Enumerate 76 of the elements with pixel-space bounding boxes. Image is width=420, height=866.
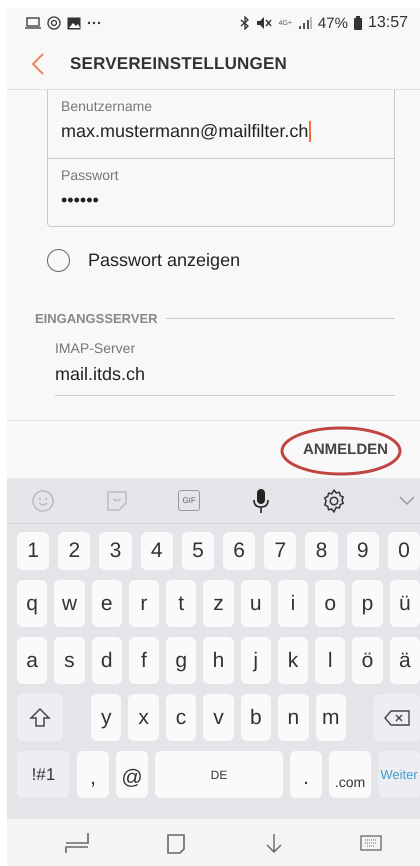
bluetooth-icon bbox=[240, 16, 250, 30]
keyboard-key[interactable]: 4 bbox=[140, 532, 173, 570]
gif-button[interactable]: GIF bbox=[178, 490, 200, 511]
battery-percent: 47% bbox=[318, 14, 348, 32]
keyboard-key[interactable]: y bbox=[91, 694, 122, 741]
keyboard-key[interactable]: ö bbox=[352, 637, 383, 684]
backspace-icon bbox=[384, 710, 410, 726]
battery-icon bbox=[354, 16, 362, 30]
keyboard-key[interactable]: e bbox=[92, 580, 122, 627]
input-field[interactable]: IMAP-Server mail.itds.ch bbox=[55, 340, 395, 396]
keyboard-key[interactable]: v bbox=[203, 694, 234, 741]
keyboard-key[interactable]: !#1 bbox=[17, 751, 70, 798]
laptop-icon bbox=[25, 17, 41, 29]
section-heading: EINGANGSSERVER bbox=[35, 311, 158, 326]
mute-icon bbox=[256, 16, 272, 30]
keyboard-key[interactable]: h bbox=[203, 637, 234, 684]
shift-key[interactable] bbox=[17, 694, 63, 741]
keyboard-key[interactable]: m bbox=[316, 694, 346, 741]
keyboard-key[interactable]: 5 bbox=[182, 532, 214, 570]
keyboard-key[interactable]: l bbox=[315, 637, 346, 684]
keyboard-key[interactable]: ü bbox=[390, 580, 420, 627]
keyboard-key[interactable]: r bbox=[128, 580, 160, 627]
keyboard-key[interactable]: 8 bbox=[305, 532, 338, 570]
field-label: Benutzername bbox=[61, 98, 154, 114]
field-label: IMAP-Server bbox=[55, 340, 136, 356]
keyboard-key[interactable]: w bbox=[54, 580, 85, 627]
keyboard-key[interactable]: u bbox=[240, 580, 271, 627]
field-label: Passwort bbox=[61, 167, 120, 183]
keyboard-key[interactable]: @ bbox=[116, 751, 148, 798]
keyboard-key[interactable]: a bbox=[17, 637, 48, 684]
keyboard-key[interactable]: d bbox=[92, 637, 122, 684]
keyboard-key[interactable]: b bbox=[240, 694, 272, 741]
keyboard-icon[interactable] bbox=[360, 834, 382, 850]
keyboard-key[interactable]: 9 bbox=[346, 532, 379, 570]
keyboard-key[interactable]: n bbox=[278, 694, 309, 741]
keyboard-key[interactable]: o bbox=[315, 580, 346, 627]
space-key[interactable]: DE bbox=[155, 751, 283, 798]
microphone-icon[interactable] bbox=[250, 488, 270, 514]
keyboard-key[interactable]: c bbox=[166, 694, 196, 741]
page-title: SERVEREINSTELLUNGEN bbox=[70, 54, 287, 74]
keyboard-key[interactable]: g bbox=[166, 637, 196, 684]
keyboard-key[interactable]: 6 bbox=[223, 532, 256, 570]
input-field[interactable]: •••••• bbox=[61, 190, 100, 211]
home-icon[interactable] bbox=[165, 832, 188, 854]
keyboard-key[interactable]: 3 bbox=[99, 532, 132, 570]
recent-apps-icon[interactable] bbox=[65, 832, 90, 854]
more-icon bbox=[87, 21, 101, 25]
signal-icon bbox=[298, 17, 312, 29]
keyboard-key[interactable]: k bbox=[278, 637, 308, 684]
keyboard-key[interactable]: .com bbox=[329, 751, 371, 798]
keyboard-key[interactable]: . bbox=[290, 751, 322, 798]
keyboard-key[interactable]: 0 bbox=[388, 532, 420, 570]
keyboard-key[interactable]: i bbox=[278, 580, 308, 627]
field-value: mail.itds.ch bbox=[55, 364, 146, 385]
back-icon[interactable] bbox=[32, 52, 44, 74]
keyboard-key[interactable]: p bbox=[352, 580, 383, 627]
keyboard-key[interactable]: 7 bbox=[264, 532, 296, 570]
keyboard-key[interactable]: q bbox=[17, 580, 48, 627]
keyboard-key[interactable]: s bbox=[54, 637, 85, 684]
image-icon bbox=[67, 16, 81, 30]
keyboard-key[interactable]: f bbox=[128, 637, 160, 684]
backspace-key[interactable] bbox=[374, 694, 420, 741]
keyboard-key[interactable]: j bbox=[240, 637, 271, 684]
keyboard-key[interactable]: z bbox=[203, 580, 234, 627]
radio-label[interactable]: Passwort anzeigen bbox=[88, 250, 240, 271]
radio-button[interactable] bbox=[47, 249, 70, 272]
arrow-down-icon[interactable] bbox=[264, 832, 284, 852]
keyboard-key[interactable]: 2 bbox=[58, 532, 90, 570]
keyboard-key[interactable]: ä bbox=[390, 637, 420, 684]
keyboard-key[interactable]: t bbox=[166, 580, 196, 627]
keyboard-key[interactable]: x bbox=[128, 694, 159, 741]
clock: 13:57 bbox=[368, 14, 408, 32]
input-field[interactable]: max.mustermann@mailfilter.ch bbox=[61, 121, 312, 142]
keyboard-key[interactable]: 1 bbox=[17, 532, 50, 570]
shift-icon bbox=[29, 706, 51, 728]
keyboard-key[interactable]: , bbox=[77, 751, 109, 798]
